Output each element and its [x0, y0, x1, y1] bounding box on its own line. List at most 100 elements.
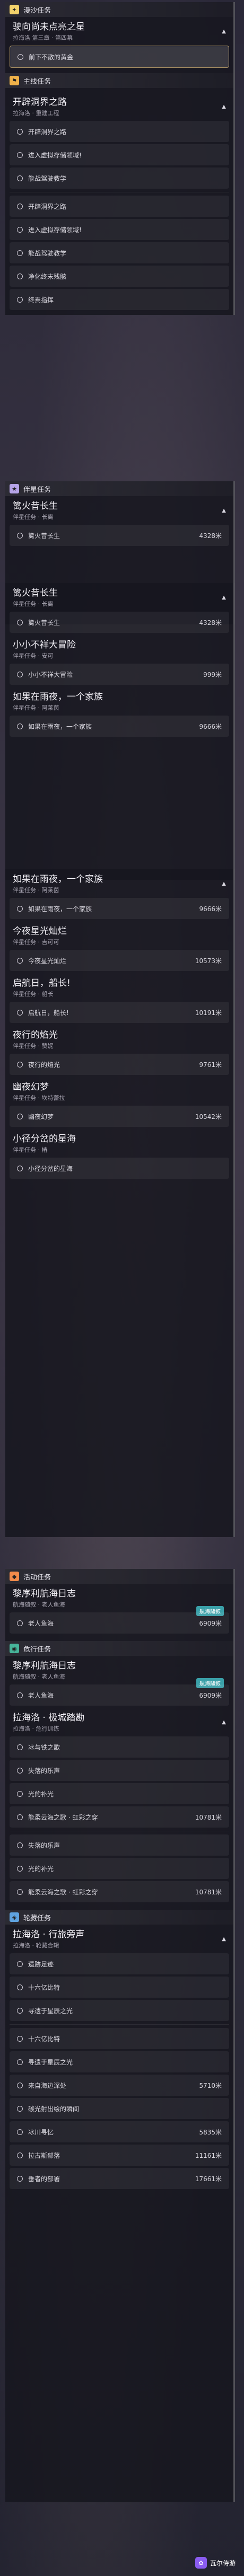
subtask-item[interactable]: 冰川寻忆 5835米 [10, 2121, 229, 2142]
subtask-item[interactable]: 光的补光 [10, 1858, 229, 1879]
subtask-item[interactable]: 篱火昔长生 4328米 [10, 612, 229, 633]
subtask-label: 寻遗于星辰之光 [28, 2058, 73, 2066]
collapse-icon[interactable]: ▲ [222, 881, 226, 887]
quest-card[interactable]: 拉海洛 · 极城踏勘 拉海洛 · 危行训练 ▲ [5, 1708, 233, 1736]
subtask-item[interactable]: 能柔云海之歌 · 虹彩之穿 10781米 [10, 1881, 229, 1902]
subtask-item[interactable]: 如果在雨夜，一个家族 9666米 [10, 716, 229, 737]
subtask-ring-icon [17, 250, 23, 256]
section-label: 轮藏任务 [23, 1914, 51, 1922]
subtask-ring-icon [17, 203, 23, 209]
subtask-item[interactable]: 失落的乐声 [10, 1760, 229, 1781]
quest-subtitle: 伴星任务 · 船长 [13, 991, 54, 998]
quest-card[interactable]: 今夜星光灿烂 伴星任务 · 吉可可 [5, 921, 233, 950]
quest-card[interactable]: 如果在雨夜，一个家族 伴星任务 · 阿莱茵 [5, 687, 233, 716]
subtask-item[interactable]: 开辟洞界之路 [10, 121, 229, 142]
quest-title: 启航日，船长! [13, 978, 71, 989]
subtask-label: 如果在雨夜，一个家族 [28, 722, 92, 730]
subtask-item[interactable]: 启航日，船长! 10191米 [10, 1002, 229, 1023]
subtask-item[interactable]: 小径分岔的星海 [10, 1158, 229, 1179]
distance-label: 6909米 [199, 1691, 222, 1699]
quest-title: 如果在雨夜，一个家族 [13, 874, 103, 885]
section-header-companion: ★ 伴星任务 [5, 481, 233, 496]
subtask-item[interactable]: 来自海边深处 5710米 [10, 2075, 229, 2096]
collapse-icon[interactable]: ▲ [222, 595, 226, 601]
subtask-label: 幽夜幻梦 [28, 1113, 54, 1121]
subtask-ring-icon [17, 226, 23, 233]
quest-title: 篱火昔长生 [13, 501, 58, 511]
subtask-item[interactable]: 进入虚拟存储领域! [10, 219, 229, 240]
subtask-item[interactable]: 光的补光 [10, 1783, 229, 1804]
subtask-ring-icon [17, 1165, 23, 1171]
subtask-item[interactable]: 失落的乐声 [10, 1834, 229, 1856]
quest-card[interactable]: 夜行的焰光 伴星任务 · 赞妮 [5, 1025, 233, 1054]
subtask-ring-icon [17, 1842, 23, 1848]
subtask-item[interactable]: 老人鱼海 6909米 [10, 1684, 229, 1706]
side-icon: ◈ [10, 1912, 19, 1922]
collapse-icon[interactable]: ▲ [222, 104, 226, 110]
quest-subtitle: 伴星任务 · 赞妮 [13, 1043, 54, 1049]
quest-card[interactable]: 幽夜幻梦 伴星任务 · 坎特蕾拉 [5, 1077, 233, 1106]
subtask-item[interactable]: 十六亿比特 [10, 1977, 229, 1998]
quest-card[interactable]: 黎序利航海日志 航海随叙 · 老人鱼海 航海随叙 [5, 1656, 233, 1688]
subtask-ring-icon [17, 2175, 23, 2182]
subtask-item[interactable]: 碳光射出绘的瞬间 [10, 2098, 229, 2119]
subtask-item[interactable]: 拉古斯部落 11161米 [10, 2145, 229, 2166]
subtask-label: 如果在雨夜，一个家族 [28, 905, 92, 913]
subtask-item[interactable]: 前下不散的黄金 [10, 46, 229, 68]
quest-card[interactable]: 小小不祥大冒险 伴星任务 · 安可 [5, 635, 233, 664]
subtask-ring-icon [17, 532, 23, 539]
subtask-ring-icon [17, 905, 23, 912]
subtask-item[interactable]: 能战驾驶教学 [10, 167, 229, 189]
subtask-label: 进入虚拟存储领域! [28, 151, 82, 159]
distance-label: 9666米 [199, 905, 222, 913]
subtask-item[interactable]: 十六亿比特 [10, 2028, 229, 2049]
subtask-item[interactable]: 老人鱼海 6909米 [10, 1612, 229, 1634]
quest-card[interactable]: 开辟洞界之路 拉海洛 · 重建工程 ▲ [5, 92, 233, 121]
section-header-daily: ◉ 危行任务 [5, 1641, 233, 1656]
quest-panel-6: ◆ 活动任务 黎序利航海日志 航海随叙 · 老人鱼海 航海随叙 老人鱼海 6909… [5, 1569, 235, 2502]
quest-card[interactable]: 拉海洛 · 行旅旁声 拉海洛 · 轮藏合辑 ▲ [5, 1925, 233, 1953]
subtask-label: 能战驾驶教学 [28, 249, 67, 257]
subtask-item[interactable]: 开辟洞界之路 [10, 196, 229, 217]
subtask-label: 垂者的部署 [28, 2175, 60, 2183]
subtask-item[interactable]: 终焉指挥 [10, 289, 229, 310]
subtask-item[interactable]: 如果在雨夜，一个家族 9666米 [10, 898, 229, 919]
quest-card[interactable]: 驶向尚未点亮之星 拉海洛 第三章 · 第四幕 ▲ [5, 17, 233, 46]
quest-panel-5: 如果在雨夜，一个家族 伴星任务 · 阿莱茵 ▲ 如果在雨夜，一个家族 9666米 … [5, 869, 235, 1537]
subtask-item[interactable]: 垂者的部署 17661米 [10, 2168, 229, 2189]
subtask-label: 寻遗于星辰之光 [28, 2007, 73, 2015]
subtask-item[interactable]: 进入虚拟存储领域! [10, 144, 229, 165]
quest-card[interactable]: 启航日，船长! 伴星任务 · 船长 [5, 973, 233, 1002]
subtask-item[interactable]: 净化终末残骸 [10, 266, 229, 287]
subtask-item[interactable]: 遗跡足迹 [10, 1953, 229, 1974]
subtask-item[interactable]: 夜行的焰光 9761米 [10, 1054, 229, 1075]
subtask-item[interactable]: 寻遗于星辰之光 [10, 2000, 229, 2021]
section-header-event: ◆ 活动任务 [5, 1569, 233, 1584]
quest-card[interactable]: 小径分岔的星海 伴星任务 · 椿 [5, 1129, 233, 1158]
collapse-icon[interactable]: ▲ [222, 1719, 226, 1725]
quest-subtitle: 伴星任务 · 长离 [13, 514, 54, 521]
collapse-icon[interactable]: ▲ [222, 508, 226, 514]
quest-card[interactable]: 篱火昔长生 伴星任务 · 长离 ▲ [5, 583, 233, 612]
subtask-item[interactable]: 篱火昔长生 4328米 [10, 525, 229, 546]
subtask-ring-icon [17, 2152, 23, 2158]
subtask-item[interactable]: 寻遗于星辰之光 [10, 2051, 229, 2072]
subtask-ring-icon [17, 2035, 23, 2042]
collapse-icon[interactable]: ▲ [222, 1936, 226, 1942]
quest-title: 小径分岔的星海 [13, 1134, 76, 1144]
subtask-item[interactable]: 幽夜幻梦 10542米 [10, 1106, 229, 1127]
subtask-item[interactable]: 能战驾驶教学 [10, 242, 229, 263]
quest-card[interactable]: 篱火昔长生 伴星任务 · 长离 ▲ [5, 496, 233, 525]
section-label: 危行任务 [23, 1645, 51, 1654]
quest-card[interactable]: 黎序利航海日志 航海随叙 · 老人鱼海 航海随叙 [5, 1584, 233, 1616]
subtask-item[interactable]: 冰与铁之歌 [10, 1736, 229, 1758]
subtask-item[interactable]: 今夜星光灿烂 10573米 [10, 950, 229, 971]
quest-card[interactable]: 如果在雨夜，一个家族 伴星任务 · 阿莱茵 ▲ [5, 869, 233, 898]
subtask-label: 冰川寻忆 [28, 2128, 54, 2136]
quest-panel-2: 开辟洞界之路 拉海洛 · 重建工程 ▲ 开辟洞界之路 进入虚拟存储领域! 能战驾… [5, 92, 235, 315]
distance-label: 17661米 [195, 2175, 222, 2183]
collapse-icon[interactable]: ▲ [222, 29, 226, 34]
divider [10, 2024, 229, 2025]
subtask-item[interactable]: 小小不祥大冒险 999米 [10, 664, 229, 685]
subtask-item[interactable]: 能柔云海之歌 · 虹彩之穿 10781米 [10, 1806, 229, 1828]
